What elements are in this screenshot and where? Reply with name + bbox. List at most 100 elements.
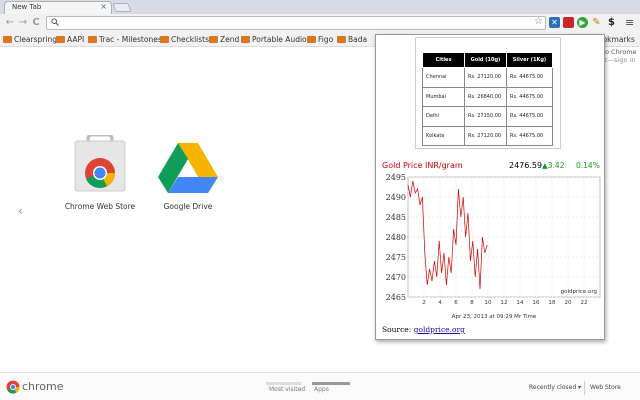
bookmark-label: Portable Audio <box>252 35 307 44</box>
gold-chart-title: Gold Price INR/gram <box>382 161 463 170</box>
pager-apps[interactable]: Apps <box>314 386 329 393</box>
y-tick-label: 2495 <box>386 173 406 182</box>
omnibox[interactable]: ☆ <box>46 16 546 30</box>
forward-icon[interactable]: → <box>17 16 29 29</box>
app-label: Google Drive <box>163 202 213 211</box>
x-axis-label: Apr 23, 2013 at 09:29 Mr Time <box>452 314 537 320</box>
search-icon <box>51 18 59 28</box>
gold-change-percent: 0.14% <box>576 161 600 170</box>
ntp-footer: chrome Most visited Apps Recently closed… <box>0 372 640 400</box>
app-label: Chrome Web Store <box>64 202 136 211</box>
tab-new-tab[interactable]: New Tab × <box>4 1 112 14</box>
bookmark-label: Zend <box>220 35 240 44</box>
table-row: Mumbai Rs. 26840.00 Rs. 44675.00 <box>422 86 553 107</box>
signin-promo-clipped: o Chrome t—sign in <box>605 48 637 64</box>
extension-red-icon[interactable] <box>563 17 574 28</box>
bookmark-item[interactable]: Trac - Milestones <box>88 34 162 45</box>
x-tick-label: 16 <box>533 300 540 306</box>
table-header: Gold (10g) <box>464 52 507 68</box>
pager-most-visited[interactable]: Most visited <box>269 386 305 393</box>
folder-icon <box>307 36 316 43</box>
x-tick-label: 14 <box>517 300 524 306</box>
pager-apps-bar[interactable] <box>312 382 350 385</box>
bookmark-item[interactable]: Bada <box>337 34 367 45</box>
bookmark-label: Trac - Milestones <box>99 35 162 44</box>
table-cell: Rs. 27150.00 <box>464 106 507 127</box>
gold-change-value: ▲3.42 <box>542 161 565 170</box>
x-tick-label: 6 <box>454 300 458 306</box>
table-row: Kolkata Rs. 27120.00 Rs. 44675.00 <box>422 125 553 146</box>
table-header-row: Cities Gold (10g) Silver (1Kg) <box>422 52 553 68</box>
bookmark-label: Clearspring <box>14 35 57 44</box>
folder-icon <box>88 36 97 43</box>
table-cell: Rs. 44675.00 <box>506 125 553 146</box>
x-tick-label: 10 <box>485 300 492 306</box>
table-cell: Rs. 26840.00 <box>464 86 507 107</box>
bookmark-label: AAPI <box>67 35 85 44</box>
bookmark-label: Figo <box>318 35 334 44</box>
table-cell: Rs. 44675.00 <box>506 106 553 127</box>
web-store-link[interactable]: Web Store <box>590 384 621 391</box>
browser-window: New Tab × ← → C ☆ ✕ ▶ ✎ $ ≡ Clearspring … <box>0 0 640 400</box>
signin-link[interactable]: t—sign in <box>605 56 637 64</box>
y-tick-label: 2465 <box>386 293 406 302</box>
folder-icon <box>160 36 169 43</box>
chrome-logo-icon <box>6 380 20 394</box>
x-tick-label: 22 <box>581 300 588 306</box>
chart-watermark: goldprice.org <box>561 289 597 295</box>
table-cell: Rs. 44675.00 <box>506 86 553 107</box>
table-cell: Mumbai <box>422 86 465 107</box>
bookmark-label: Checklists <box>171 35 209 44</box>
recently-closed-menu[interactable]: Recently closed ▾ <box>529 384 581 391</box>
divider <box>584 381 585 395</box>
x-tick-label: 12 <box>501 300 508 306</box>
bookmark-label: Bada <box>348 35 368 44</box>
folder-icon <box>337 36 346 43</box>
bookmark-item[interactable]: AAPI <box>56 34 84 45</box>
app-google-drive[interactable]: Google Drive <box>143 135 233 220</box>
close-icon[interactable]: × <box>100 2 107 11</box>
star-icon[interactable]: ☆ <box>534 16 543 27</box>
folder-icon <box>3 36 12 43</box>
source-label: Source: <box>382 325 412 334</box>
table-header: Silver (1Kg) <box>506 52 553 68</box>
extension-play-icon[interactable]: ▶ <box>577 17 588 28</box>
pager-most-visited-bar[interactable] <box>266 382 301 385</box>
bookmark-item[interactable]: Checklists <box>160 34 209 45</box>
x-tick-label: 20 <box>565 300 572 306</box>
new-tab-button[interactable] <box>112 3 132 12</box>
y-tick-label: 2475 <box>386 253 406 262</box>
x-tick-label: 4 <box>438 300 442 306</box>
extension-x-icon[interactable]: ✕ <box>549 17 560 28</box>
y-tick-label: 2470 <box>386 273 406 282</box>
x-tick-label: 8 <box>470 300 474 306</box>
y-tick-label: 2485 <box>386 213 406 222</box>
table-row: Chennai Rs. 27120.00 Rs. 44675.00 <box>422 67 553 88</box>
bookmark-item[interactable]: Portable Audio <box>241 34 307 45</box>
bookmark-item[interactable]: Clearspring <box>3 34 57 45</box>
menu-icon[interactable]: ≡ <box>625 16 634 29</box>
table-row: Delhi Rs. 27150.00 Rs. 44675.00 <box>422 106 553 127</box>
table-cell: Kolkata <box>422 125 465 146</box>
chevron-left-icon[interactable]: ‹ <box>18 204 23 218</box>
price-table-panel: Cities Gold (10g) Silver (1Kg) Chennai R… <box>415 37 561 149</box>
reload-icon[interactable]: C <box>30 16 42 29</box>
table-cell: Rs. 27120.00 <box>464 67 507 88</box>
y-tick-label: 2480 <box>386 233 406 242</box>
bookmark-item[interactable]: Zend <box>209 34 239 45</box>
app-chrome-web-store[interactable]: Chrome Web Store <box>55 133 145 220</box>
tab-title: New Tab <box>12 3 42 11</box>
gold-price-chart: 2495 2490 2485 2480 2475 2470 2465 2 4 6 8 10 12 14 16… <box>386 173 601 320</box>
folder-icon <box>241 36 250 43</box>
dollar-icon[interactable]: $ <box>606 17 617 28</box>
gold-price-popup: Cities Gold (10g) Silver (1Kg) Chennai R… <box>375 34 605 340</box>
table-cell: Chennai <box>422 67 465 88</box>
source-link[interactable]: goldprice.org <box>414 325 465 334</box>
back-icon[interactable]: ← <box>4 16 16 29</box>
x-tick-label: 18 <box>549 300 556 306</box>
bookmark-item[interactable]: Figo <box>307 34 333 45</box>
google-drive-icon <box>158 143 218 193</box>
table-cell: Rs. 27120.00 <box>464 125 507 146</box>
x-tick-label: 2 <box>422 300 426 306</box>
pencil-icon[interactable]: ✎ <box>591 17 602 28</box>
